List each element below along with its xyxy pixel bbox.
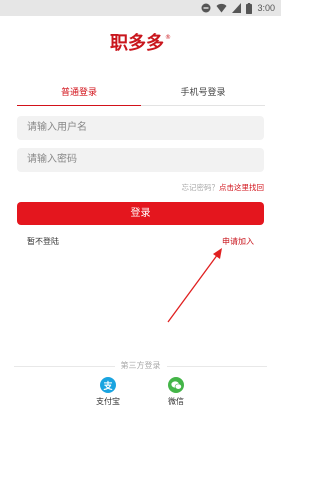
red-arrow-annotation	[167, 248, 222, 323]
username-input[interactable]: 请输入用户名	[17, 116, 264, 140]
signal-icon	[232, 3, 242, 13]
skip-login-link[interactable]: 暂不登陆	[27, 236, 59, 247]
status-bar: 3:00	[0, 0, 281, 16]
third-party-title-text: 第三方登录	[114, 361, 167, 370]
forgot-password-link[interactable]: 点击这里找回	[219, 183, 264, 192]
status-icons: 3:00	[201, 2, 275, 14]
wechat-icon[interactable]	[168, 377, 184, 393]
third-party-title: 第三方登录	[0, 360, 281, 371]
app-logo: 职多多 ®	[110, 34, 171, 54]
status-time: 3:00	[257, 3, 275, 13]
tab-normal-login[interactable]: 普通登录	[17, 84, 141, 106]
wifi-icon	[216, 3, 227, 13]
tab-phone-login[interactable]: 手机号登录	[141, 84, 265, 106]
wechat-label: 微信	[168, 397, 184, 406]
battery-icon	[246, 2, 253, 14]
forgot-password-question: 忘记密码？	[181, 183, 220, 192]
alipay-label: 支付宝	[96, 397, 120, 406]
password-input[interactable]: 请输入密码	[17, 148, 264, 172]
registered-mark: ®	[165, 34, 171, 41]
logo-text: 职多多	[110, 33, 164, 54]
wechat-bubbles-icon	[170, 380, 182, 390]
alipay-login[interactable]: 支 支付宝	[88, 377, 128, 407]
minus-circle-icon	[201, 3, 211, 13]
login-button[interactable]: 登录	[17, 202, 264, 225]
alipay-icon[interactable]: 支	[100, 377, 116, 393]
login-tabs: 普通登录 手机号登录	[17, 84, 265, 106]
wechat-login[interactable]: 微信	[156, 377, 196, 407]
forgot-password: 忘记密码？点击这里找回	[182, 182, 265, 193]
